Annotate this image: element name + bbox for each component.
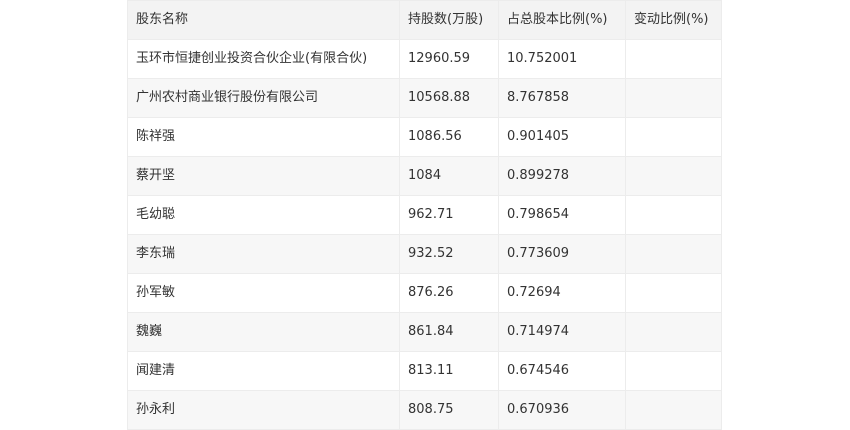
cell-share-ratio: 10.752001 — [498, 39, 626, 79]
table-row: 孙永利 808.75 0.670936 — [127, 390, 722, 430]
table-row: 孙军敏 876.26 0.72694 — [127, 273, 722, 313]
cell-share-ratio: 0.798654 — [498, 195, 626, 235]
cell-shares-held: 1084 — [399, 156, 499, 196]
table-row: 蔡开坚 1084 0.899278 — [127, 156, 722, 196]
cell-shares-held: 876.26 — [399, 273, 499, 313]
cell-share-ratio: 0.901405 — [498, 117, 626, 157]
cell-change-ratio — [625, 78, 722, 118]
cell-change-ratio — [625, 195, 722, 235]
cell-shareholder-name: 玉环市恒捷创业投资合伙企业(有限合伙) — [127, 39, 400, 79]
cell-shares-held: 808.75 — [399, 390, 499, 430]
cell-shareholder-name: 毛幼聪 — [127, 195, 400, 235]
cell-change-ratio — [625, 234, 722, 274]
cell-share-ratio: 0.773609 — [498, 234, 626, 274]
cell-change-ratio — [625, 156, 722, 196]
table-row: 毛幼聪 962.71 0.798654 — [127, 195, 722, 235]
shareholder-table-container: 股东名称 持股数(万股) 占总股本比例(%) 变动比例(%) 玉环市恒捷创业投资… — [127, 0, 722, 430]
cell-share-ratio: 0.674546 — [498, 351, 626, 391]
cell-shareholder-name: 陈祥强 — [127, 117, 400, 157]
cell-shares-held: 12960.59 — [399, 39, 499, 79]
cell-shares-held: 10568.88 — [399, 78, 499, 118]
table-row: 陈祥强 1086.56 0.901405 — [127, 117, 722, 157]
cell-change-ratio — [625, 390, 722, 430]
cell-change-ratio — [625, 39, 722, 79]
cell-change-ratio — [625, 273, 722, 313]
cell-shareholder-name: 孙军敏 — [127, 273, 400, 313]
cell-shareholder-name: 魏巍 — [127, 312, 400, 352]
cell-shares-held: 861.84 — [399, 312, 499, 352]
cell-change-ratio — [625, 312, 722, 352]
table-row: 李东瑞 932.52 0.773609 — [127, 234, 722, 274]
header-shares-held: 持股数(万股) — [399, 0, 499, 40]
header-shareholder-name: 股东名称 — [127, 0, 400, 40]
cell-shares-held: 932.52 — [399, 234, 499, 274]
cell-shares-held: 813.11 — [399, 351, 499, 391]
shareholder-table: 股东名称 持股数(万股) 占总股本比例(%) 变动比例(%) 玉环市恒捷创业投资… — [127, 0, 722, 430]
cell-share-ratio: 0.72694 — [498, 273, 626, 313]
cell-change-ratio — [625, 117, 722, 157]
cell-shares-held: 962.71 — [399, 195, 499, 235]
cell-share-ratio: 8.767858 — [498, 78, 626, 118]
cell-shareholder-name: 孙永利 — [127, 390, 400, 430]
cell-shareholder-name: 蔡开坚 — [127, 156, 400, 196]
cell-shareholder-name: 李东瑞 — [127, 234, 400, 274]
table-row: 广州农村商业银行股份有限公司 10568.88 8.767858 — [127, 78, 722, 118]
table-row: 闻建清 813.11 0.674546 — [127, 351, 722, 391]
cell-shareholder-name: 广州农村商业银行股份有限公司 — [127, 78, 400, 118]
cell-share-ratio: 0.899278 — [498, 156, 626, 196]
table-row: 玉环市恒捷创业投资合伙企业(有限合伙) 12960.59 10.752001 — [127, 39, 722, 79]
table-header-row: 股东名称 持股数(万股) 占总股本比例(%) 变动比例(%) — [127, 0, 722, 40]
table-row: 魏巍 861.84 0.714974 — [127, 312, 722, 352]
cell-shareholder-name: 闻建清 — [127, 351, 400, 391]
cell-shares-held: 1086.56 — [399, 117, 499, 157]
header-change-ratio: 变动比例(%) — [625, 0, 722, 40]
cell-share-ratio: 0.670936 — [498, 390, 626, 430]
header-share-ratio: 占总股本比例(%) — [498, 0, 626, 40]
cell-share-ratio: 0.714974 — [498, 312, 626, 352]
cell-change-ratio — [625, 351, 722, 391]
